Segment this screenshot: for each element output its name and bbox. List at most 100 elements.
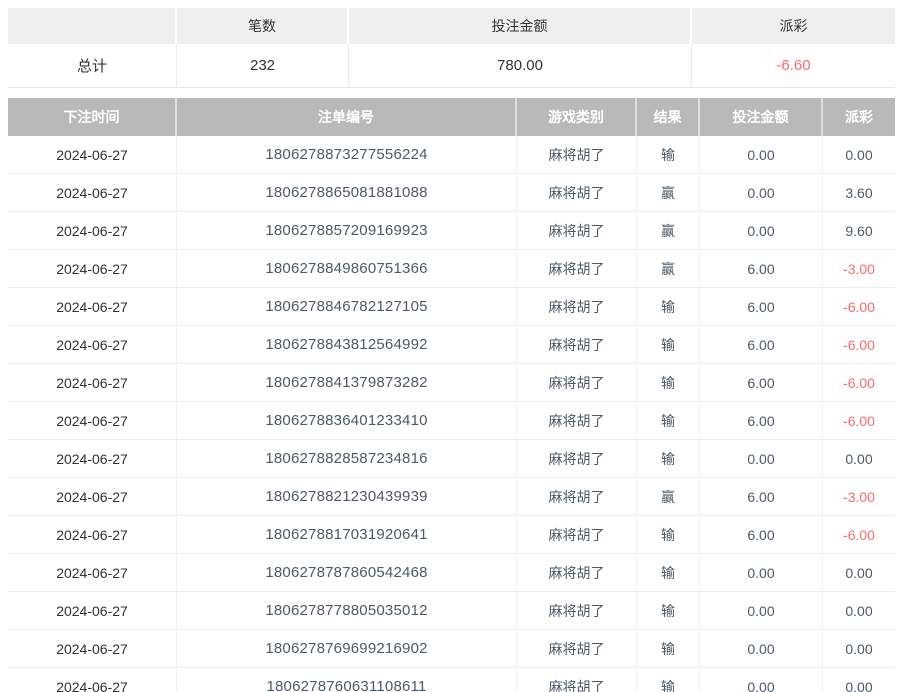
table-row: 2024-06-27 1806278836401233410 麻将胡了 输 6.… (8, 402, 895, 440)
cell-game-type: 麻将胡了 (517, 440, 637, 477)
cell-order-id: 1806278769699216902 (177, 630, 517, 667)
cell-bet-amount: 6.00 (700, 326, 823, 363)
cell-bet-amount: 0.00 (700, 668, 823, 692)
cell-game-type: 麻将胡了 (517, 250, 637, 287)
cell-game-type: 麻将胡了 (517, 288, 637, 325)
cell-payout: 3.60 (823, 174, 895, 211)
cell-bet-amount: 6.00 (700, 288, 823, 325)
cell-order-id: 1806278821230439939 (177, 478, 517, 515)
cell-bet-amount: 0.00 (700, 440, 823, 477)
cell-order-id: 1806278817031920641 (177, 516, 517, 553)
cell-bet-time: 2024-06-27 (8, 516, 177, 553)
cell-bet-time: 2024-06-27 (8, 440, 177, 477)
cell-game-type: 麻将胡了 (517, 174, 637, 211)
cell-bet-amount: 0.00 (700, 554, 823, 591)
cell-bet-time: 2024-06-27 (8, 212, 177, 249)
summary-table: 笔数 投注金额 派彩 总计 232 780.00 -6.60 (8, 8, 895, 88)
cell-result: 赢 (637, 250, 700, 287)
cell-result: 赢 (637, 174, 700, 211)
cell-bet-amount: 0.00 (700, 136, 823, 173)
table-row: 2024-06-27 1806278843812564992 麻将胡了 输 6.… (8, 326, 895, 364)
cell-bet-time: 2024-06-27 (8, 174, 177, 211)
cell-bet-time: 2024-06-27 (8, 554, 177, 591)
col-header-game-type: 游戏类别 (517, 98, 637, 136)
cell-game-type: 麻将胡了 (517, 212, 637, 249)
cell-result: 输 (637, 326, 700, 363)
summary-header-blank (8, 8, 177, 44)
cell-payout: 0.00 (823, 668, 895, 692)
cell-game-type: 麻将胡了 (517, 668, 637, 692)
bet-table-header-row: 下注时间 注单编号 游戏类别 结果 投注金额 派彩 (8, 98, 895, 136)
cell-bet-amount: 0.00 (700, 630, 823, 667)
summary-total-row: 总计 232 780.00 -6.60 (8, 44, 895, 88)
cell-order-id: 1806278865081881088 (177, 174, 517, 211)
cell-order-id: 1806278778805035012 (177, 592, 517, 629)
cell-order-id: 1806278843812564992 (177, 326, 517, 363)
cell-result: 赢 (637, 478, 700, 515)
cell-bet-time: 2024-06-27 (8, 630, 177, 667)
table-row: 2024-06-27 1806278817031920641 麻将胡了 输 6.… (8, 516, 895, 554)
cell-order-id: 1806278787860542468 (177, 554, 517, 591)
cell-game-type: 麻将胡了 (517, 554, 637, 591)
cell-bet-time: 2024-06-27 (8, 288, 177, 325)
cell-bet-amount: 6.00 (700, 250, 823, 287)
cell-payout: -3.00 (823, 478, 895, 515)
cell-bet-amount: 6.00 (700, 478, 823, 515)
summary-payout-value: -6.60 (692, 44, 895, 88)
cell-payout: 0.00 (823, 630, 895, 667)
col-header-payout: 派彩 (823, 98, 895, 136)
cell-bet-amount: 6.00 (700, 402, 823, 439)
cell-bet-time: 2024-06-27 (8, 136, 177, 173)
cell-bet-time: 2024-06-27 (8, 478, 177, 515)
cell-payout: -6.00 (823, 326, 895, 363)
cell-bet-time: 2024-06-27 (8, 250, 177, 287)
table-row: 2024-06-27 1806278828587234816 麻将胡了 输 0.… (8, 440, 895, 478)
table-row: 2024-06-27 1806278778805035012 麻将胡了 输 0.… (8, 592, 895, 630)
cell-result: 输 (637, 592, 700, 629)
cell-result: 输 (637, 668, 700, 692)
cell-game-type: 麻将胡了 (517, 592, 637, 629)
cell-payout: 0.00 (823, 440, 895, 477)
cell-bet-amount: 0.00 (700, 212, 823, 249)
table-row: 2024-06-27 1806278865081881088 麻将胡了 赢 0.… (8, 174, 895, 212)
summary-header-bet-amount: 投注金额 (349, 8, 692, 44)
table-row: 2024-06-27 1806278846782127105 麻将胡了 输 6.… (8, 288, 895, 326)
cell-bet-amount: 6.00 (700, 364, 823, 401)
cell-result: 赢 (637, 212, 700, 249)
cell-payout: 9.60 (823, 212, 895, 249)
cell-payout: -6.00 (823, 402, 895, 439)
summary-total-label: 总计 (8, 44, 177, 88)
cell-order-id: 1806278857209169923 (177, 212, 517, 249)
cell-payout: -3.00 (823, 250, 895, 287)
summary-bet-amount-value: 780.00 (349, 44, 692, 88)
summary-header-payout: 派彩 (692, 8, 895, 44)
cell-game-type: 麻将胡了 (517, 478, 637, 515)
table-row: 2024-06-27 1806278787860542468 麻将胡了 输 0.… (8, 554, 895, 592)
col-header-bet-amount: 投注金额 (700, 98, 823, 136)
summary-header-row: 笔数 投注金额 派彩 (8, 8, 895, 44)
col-header-order-id: 注单编号 (177, 98, 517, 136)
cell-game-type: 麻将胡了 (517, 364, 637, 401)
cell-result: 输 (637, 402, 700, 439)
cell-result: 输 (637, 554, 700, 591)
cell-bet-time: 2024-06-27 (8, 592, 177, 629)
cell-result: 输 (637, 516, 700, 553)
cell-payout: -6.00 (823, 364, 895, 401)
cell-payout: 0.00 (823, 136, 895, 173)
cell-payout: -6.00 (823, 288, 895, 325)
table-row: 2024-06-27 1806278769699216902 麻将胡了 输 0.… (8, 630, 895, 668)
cell-bet-amount: 6.00 (700, 516, 823, 553)
bet-records-table: 下注时间 注单编号 游戏类别 结果 投注金额 派彩 2024-06-27 180… (8, 98, 895, 692)
cell-bet-time: 2024-06-27 (8, 326, 177, 363)
cell-order-id: 1806278760631108611 (177, 668, 517, 692)
cell-order-id: 1806278828587234816 (177, 440, 517, 477)
cell-payout: 0.00 (823, 592, 895, 629)
cell-result: 输 (637, 630, 700, 667)
cell-game-type: 麻将胡了 (517, 136, 637, 173)
table-row: 2024-06-27 1806278841379873282 麻将胡了 输 6.… (8, 364, 895, 402)
table-row: 2024-06-27 1806278760631108611 麻将胡了 输 0.… (8, 668, 895, 692)
cell-game-type: 麻将胡了 (517, 516, 637, 553)
col-header-bet-time: 下注时间 (8, 98, 177, 136)
cell-game-type: 麻将胡了 (517, 630, 637, 667)
summary-header-count: 笔数 (177, 8, 349, 44)
